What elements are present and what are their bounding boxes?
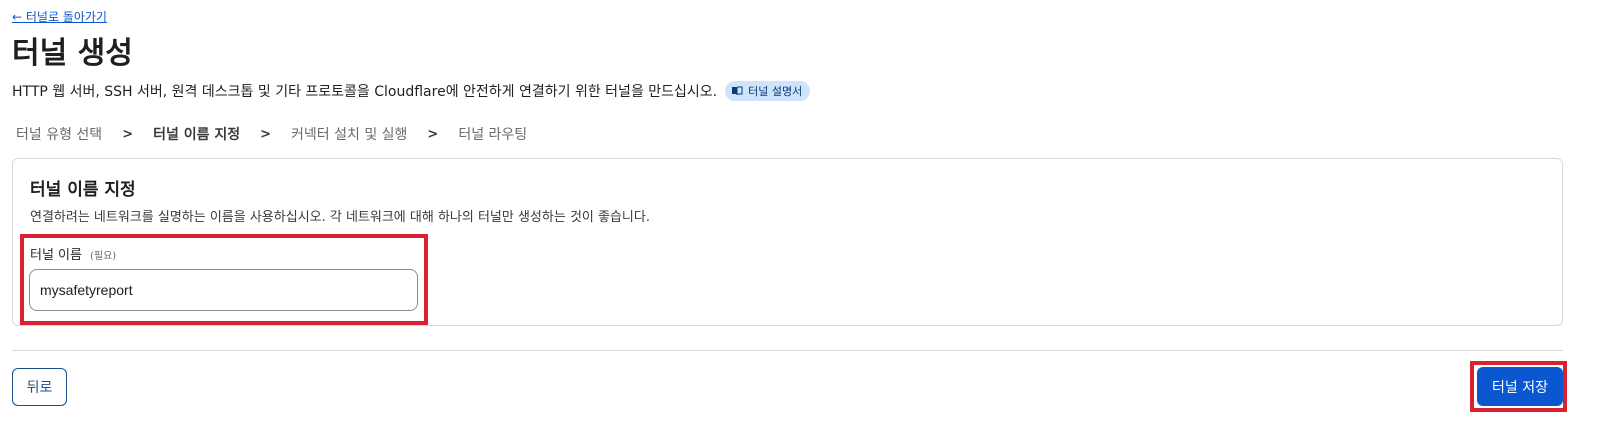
wizard-steps: 터널 유형 선택 > 터널 이름 지정 > 커넥터 설치 및 실행 > 터널 라…	[16, 124, 527, 144]
tunnel-name-label: 터널 이름 (필요)	[30, 244, 116, 263]
page-title: 터널 생성	[12, 36, 133, 71]
card-description: 연결하려는 네트워크를 실명하는 이름을 사용하십시오. 각 네트워크에 대해 …	[30, 210, 650, 225]
tunnel-docs-badge[interactable]: 터널 설명서	[725, 81, 811, 101]
create-tunnel-page: ← 터널로 돌아가기 터널 생성 HTTP 웹 서버, SSH 서버, 원격 데…	[0, 0, 1600, 430]
step-install-connector: 커넥터 설치 및 실행	[291, 127, 408, 143]
book-icon	[732, 86, 743, 96]
step-separator: >	[122, 126, 134, 142]
name-tunnel-card: 터널 이름 지정 연결하려는 네트워크를 실명하는 이름을 사용하십시오. 각 …	[12, 158, 1563, 326]
step-route-tunnel: 터널 라우팅	[458, 127, 528, 143]
page-description-text: HTTP 웹 서버, SSH 서버, 원격 데스크톱 및 기타 프로토콜을 Cl…	[12, 84, 718, 100]
required-indicator: (필요)	[89, 251, 117, 262]
step-separator: >	[427, 126, 439, 142]
tunnel-docs-label: 터널 설명서	[748, 85, 803, 98]
step-select-type: 터널 유형 선택	[16, 127, 103, 143]
save-tunnel-button[interactable]: 터널 저장	[1477, 367, 1563, 406]
footer-divider	[12, 350, 1563, 351]
tunnel-name-label-text: 터널 이름	[30, 248, 82, 263]
back-to-tunnels-link[interactable]: ← 터널로 돌아가기	[12, 8, 107, 25]
tunnel-name-input[interactable]	[29, 269, 418, 311]
step-separator: >	[260, 126, 272, 142]
page-description: HTTP 웹 서버, SSH 서버, 원격 데스크톱 및 기타 프로토콜을 Cl…	[12, 81, 811, 101]
step-name-tunnel: 터널 이름 지정	[153, 127, 241, 143]
card-title: 터널 이름 지정	[30, 180, 136, 200]
back-button[interactable]: 뒤로	[12, 368, 67, 406]
